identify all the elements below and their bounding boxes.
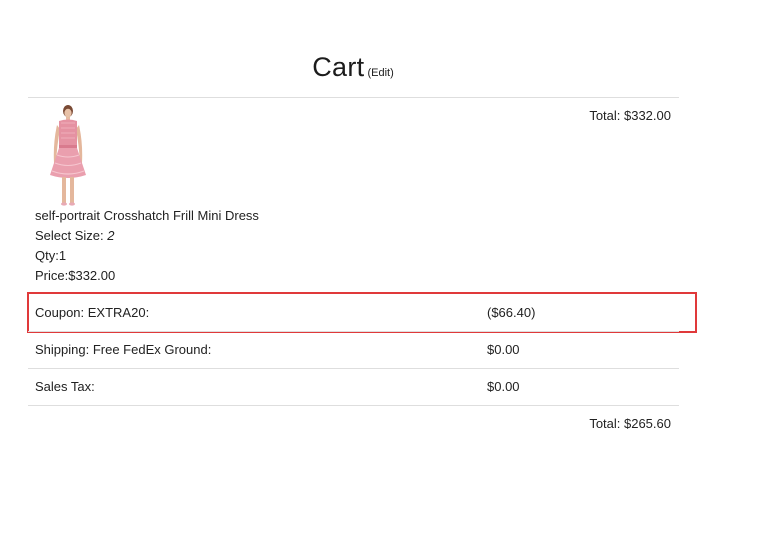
shipping-label: Shipping: Free FedEx Ground: bbox=[35, 342, 212, 357]
size-label: Select Size: bbox=[35, 228, 108, 243]
divider bbox=[28, 405, 679, 406]
product-image[interactable] bbox=[42, 105, 94, 207]
edit-cart-link[interactable]: (Edit) bbox=[367, 67, 393, 79]
page-title: Cart bbox=[312, 52, 365, 82]
cart-header: Cart (Edit) bbox=[0, 52, 706, 83]
divider bbox=[28, 97, 679, 98]
tax-value: $0.00 bbox=[487, 379, 520, 394]
product-name-link[interactable]: self-portrait Crosshatch Frill Mini Dres… bbox=[35, 208, 259, 223]
tax-label: Sales Tax: bbox=[35, 379, 95, 394]
coupon-highlight bbox=[27, 292, 697, 333]
shipping-value: $0.00 bbox=[487, 342, 520, 357]
product-qty: Qty:1 bbox=[35, 248, 67, 263]
tax-row: Sales Tax: $0.00 bbox=[28, 368, 679, 404]
product-price: Price:$332.00 bbox=[35, 268, 116, 283]
item-total: Total: $332.00 bbox=[589, 108, 671, 123]
product-size: Select Size: 2 bbox=[35, 228, 115, 243]
order-total: Total: $265.60 bbox=[589, 416, 671, 431]
size-value: 2 bbox=[107, 228, 115, 243]
shipping-row: Shipping: Free FedEx Ground: $0.00 bbox=[28, 331, 679, 367]
